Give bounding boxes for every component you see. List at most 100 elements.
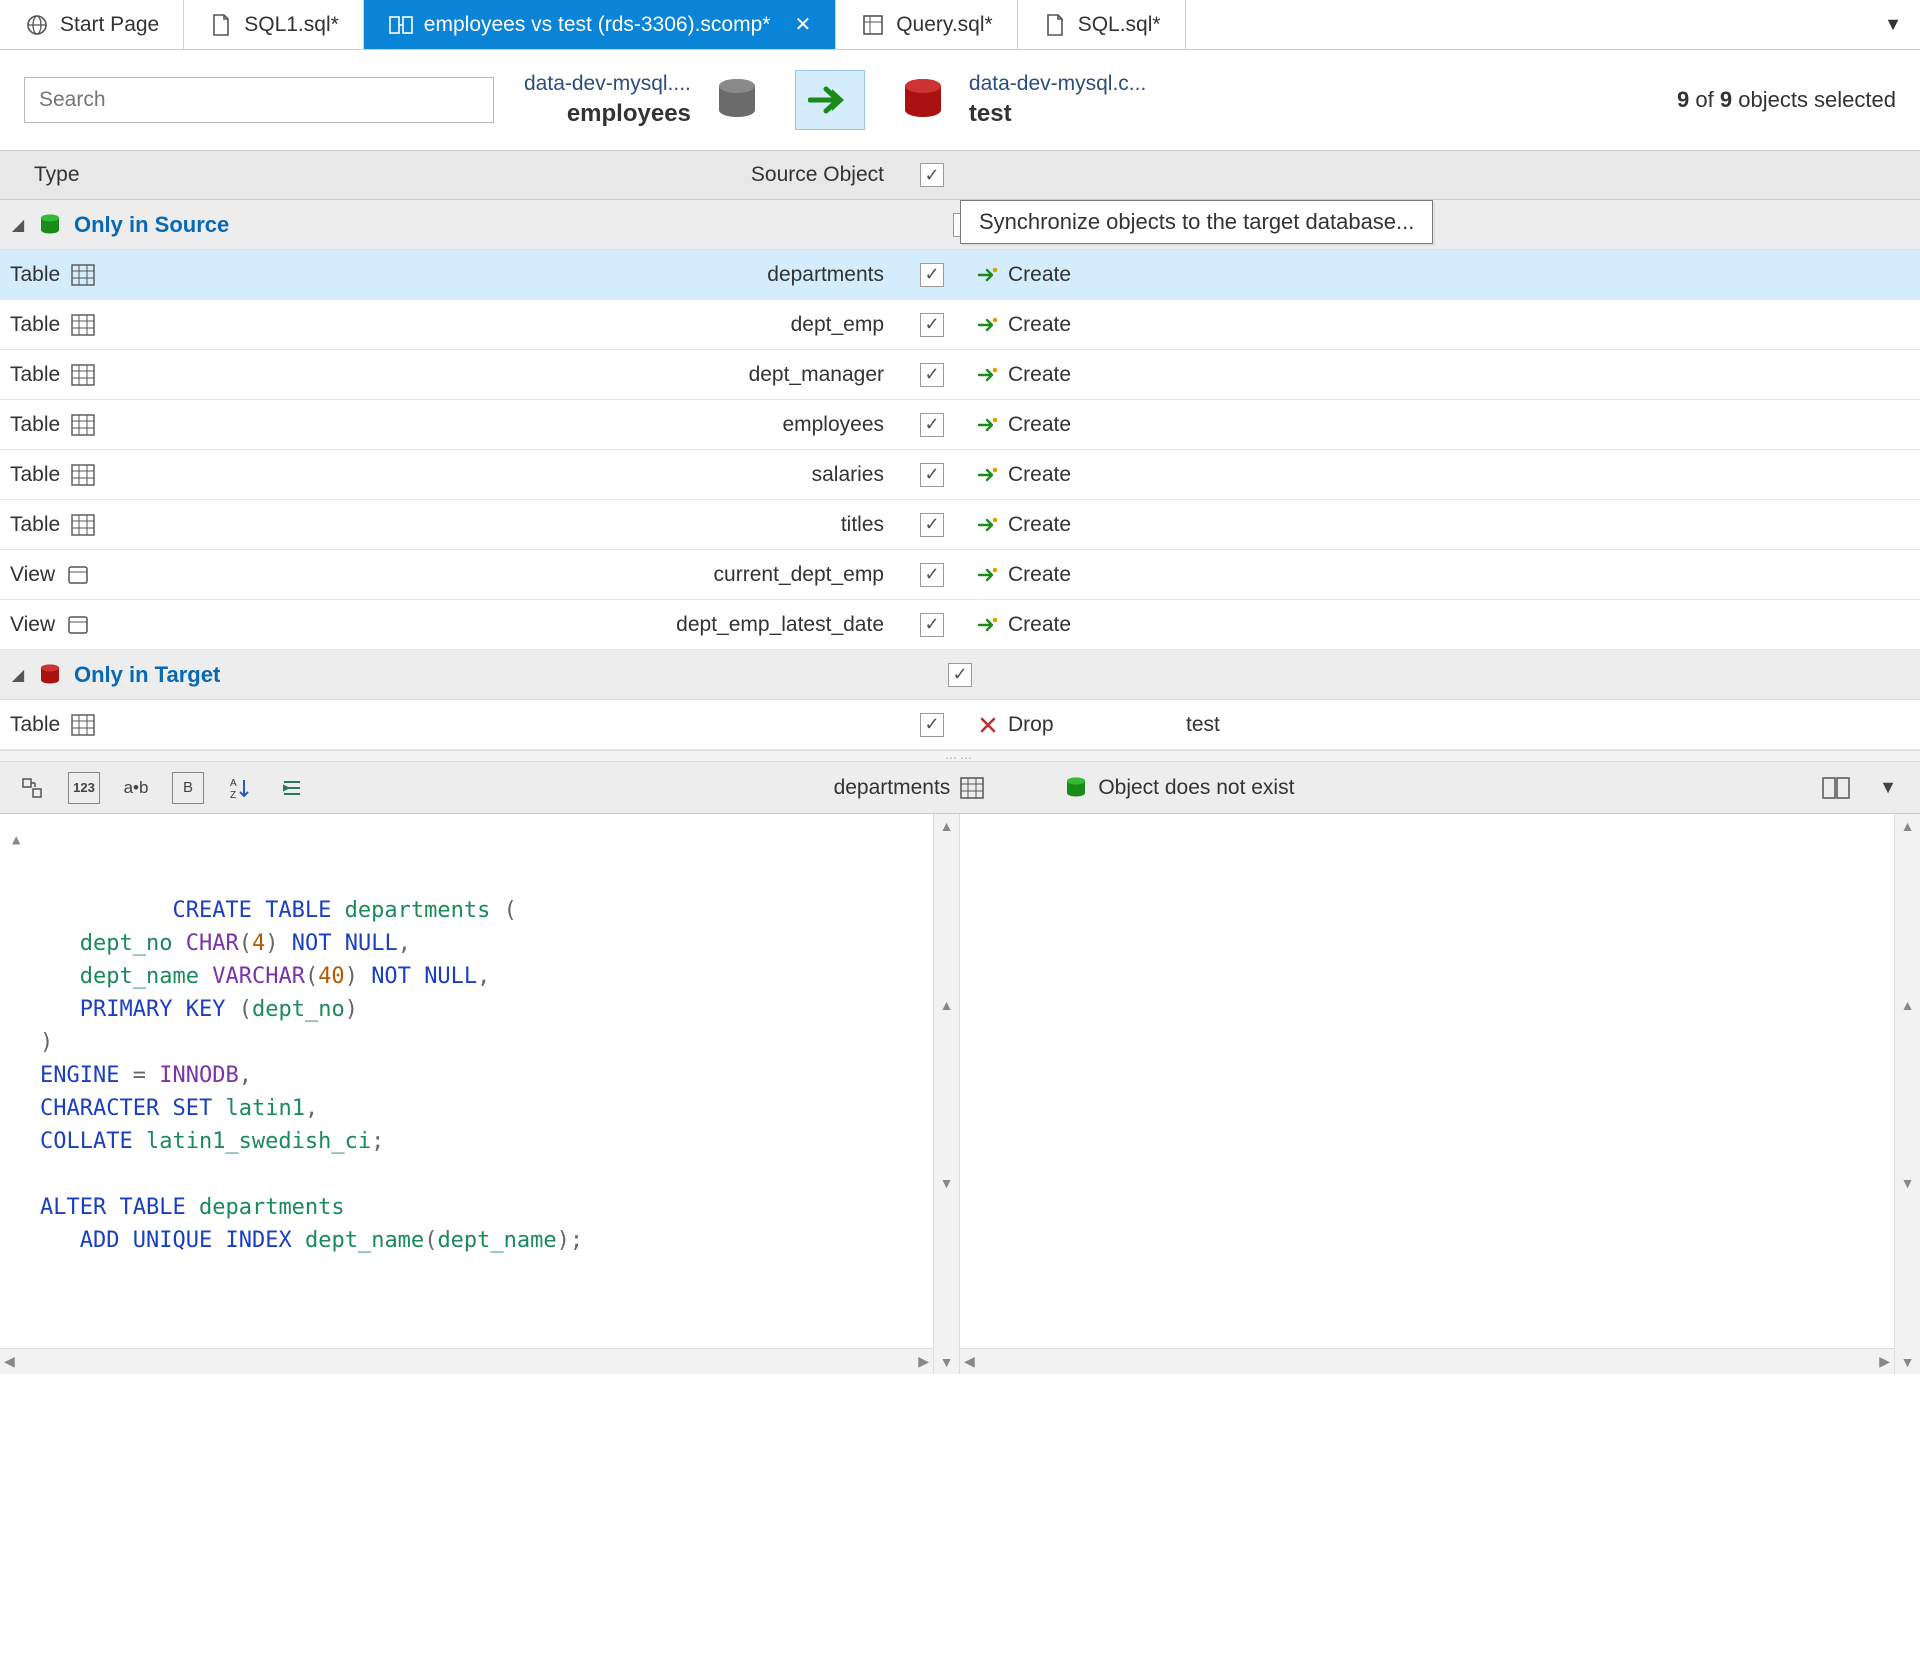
row-checkbox[interactable]: ✓	[920, 563, 944, 587]
toolbar-btn-1[interactable]	[16, 772, 48, 804]
search-input[interactable]	[24, 77, 494, 123]
target-db-block: data-dev-mysql.c... test	[895, 72, 1146, 128]
hscrollbar[interactable]: ◀▶	[0, 1348, 933, 1374]
view-icon	[65, 612, 91, 638]
table-icon	[70, 412, 96, 438]
type-label: Table	[10, 263, 60, 287]
row-checkbox[interactable]: ✓	[920, 313, 944, 337]
vscrollbar[interactable]: ▲▲▼▼	[933, 814, 959, 1374]
object-row[interactable]: Table✓Droptest	[0, 700, 1920, 750]
horizontal-splitter[interactable]: ⋯⋯	[0, 750, 1920, 762]
source-object-name: employees	[150, 413, 898, 437]
synchronize-button[interactable]	[795, 70, 865, 130]
tab-start-page[interactable]: Start Page	[0, 0, 184, 49]
toolbar-btn-4[interactable]: B	[172, 772, 204, 804]
create-icon	[976, 463, 1000, 487]
tab-overflow-button[interactable]: ▼	[1866, 0, 1920, 49]
diff-panes: ▲ CREATE TABLE departments ( dept_no CHA…	[0, 814, 1920, 1374]
target-sql-code[interactable]	[960, 814, 1894, 1348]
object-row[interactable]: Tableemployees✓Create	[0, 400, 1920, 450]
toolbar-dropdown-button[interactable]: ▼	[1872, 772, 1904, 804]
object-row[interactable]: Tabletitles✓Create	[0, 500, 1920, 550]
group-checkbox[interactable]: ✓	[948, 663, 972, 687]
group-label: Only in Source	[74, 212, 229, 238]
type-label: Table	[10, 363, 60, 387]
create-icon	[976, 563, 1000, 587]
row-checkbox[interactable]: ✓	[920, 713, 944, 737]
table-icon	[960, 777, 984, 799]
database-icon	[895, 72, 951, 128]
column-type-header[interactable]: Type	[0, 163, 150, 187]
type-label: View	[10, 563, 55, 587]
type-label: Table	[10, 313, 60, 337]
object-row[interactable]: Tabledept_emp✓Create	[0, 300, 1920, 350]
source-object-name: titles	[150, 513, 898, 537]
toolbar-btn-sort[interactable]: AZ	[224, 772, 256, 804]
type-label: Table	[10, 713, 60, 737]
tab-bar: Start Page SQL1.sql* employees vs test (rd…	[0, 0, 1920, 50]
action-label: Create	[1008, 463, 1071, 487]
source-object-name: dept_emp_latest_date	[150, 613, 898, 637]
tab-label: SQL1.sql*	[244, 13, 339, 37]
tab-sql1-sql-[interactable]: SQL1.sql*	[184, 0, 364, 49]
group-only-in-target[interactable]: ◢ Only in Target ✓	[0, 650, 1920, 700]
hscrollbar[interactable]: ◀▶	[960, 1348, 1894, 1374]
row-checkbox[interactable]: ✓	[920, 613, 944, 637]
synchronize-tooltip: Synchronize objects to the target databa…	[960, 200, 1433, 244]
tab-label: employees vs test (rds-3306).scomp*	[424, 13, 771, 37]
tab-label: Start Page	[60, 13, 159, 37]
type-label: View	[10, 613, 55, 637]
object-row[interactable]: Viewdept_emp_latest_date✓Create	[0, 600, 1920, 650]
row-checkbox[interactable]: ✓	[920, 463, 944, 487]
collapse-icon[interactable]: ◢	[0, 215, 36, 235]
source-object-name: current_dept_emp	[150, 563, 898, 587]
collapse-icon[interactable]: ◢	[0, 665, 36, 685]
left-pane-label: departments	[834, 776, 951, 800]
tab-employees-vs-test-rds-3306-scomp-[interactable]: employees vs test (rds-3306).scomp* ✕	[364, 0, 836, 49]
create-icon	[976, 513, 1000, 537]
toolbar-layout-button[interactable]	[1820, 772, 1852, 804]
row-checkbox[interactable]: ✓	[920, 513, 944, 537]
tab-label: SQL.sql*	[1078, 13, 1161, 37]
source-server-label: data-dev-mysql....	[524, 72, 691, 96]
type-label: Table	[10, 463, 60, 487]
object-row[interactable]: View current_dept_emp ✓ Create	[0, 550, 1920, 600]
column-check-header[interactable]: ✓	[898, 163, 966, 188]
sqlfile-icon	[1042, 12, 1068, 38]
tab-label: Query.sql*	[896, 13, 992, 37]
column-source-header[interactable]: Source Object	[150, 163, 898, 187]
create-icon	[976, 613, 1000, 637]
row-checkbox[interactable]: ✓	[920, 263, 944, 287]
tab-sql-sql-[interactable]: SQL.sql*	[1018, 0, 1186, 49]
toolbar-btn-numbers[interactable]: 123	[68, 772, 100, 804]
right-pane-label: Object does not exist	[1098, 776, 1294, 800]
create-icon	[976, 313, 1000, 337]
close-icon[interactable]: ✕	[794, 12, 811, 37]
compare-header: data-dev-mysql.... employees data-dev-my…	[0, 50, 1920, 150]
type-label: Table	[10, 413, 60, 437]
source-sql-code[interactable]: ▲ CREATE TABLE departments ( dept_no CHA…	[0, 814, 933, 1348]
svg-text:Z: Z	[230, 790, 236, 800]
fold-icon[interactable]: ▲	[12, 830, 20, 851]
object-row[interactable]: Tabledepartments✓Create	[0, 250, 1920, 300]
toolbar-btn-case[interactable]: a•b	[120, 772, 152, 804]
source-object-name: dept_manager	[150, 363, 898, 387]
tab-query-sql-[interactable]: Query.sql*	[836, 0, 1017, 49]
toolbar-btn-indent[interactable]	[276, 772, 308, 804]
action-label: Create	[1008, 563, 1071, 587]
table-icon	[70, 262, 96, 288]
row-checkbox[interactable]: ✓	[920, 363, 944, 387]
action-label: Create	[1008, 513, 1071, 537]
selection-count-label: 9 of 9 objects selected	[1677, 87, 1896, 113]
vscrollbar[interactable]: ▲▲▼▼	[1894, 814, 1920, 1374]
object-row[interactable]: Tablesalaries✓Create	[0, 450, 1920, 500]
row-checkbox[interactable]: ✓	[920, 413, 944, 437]
database-icon	[709, 72, 765, 128]
target-db-label: test	[969, 100, 1146, 128]
source-object-name: dept_emp	[150, 313, 898, 337]
table-icon	[70, 512, 96, 538]
source-db-label: employees	[524, 100, 691, 128]
svg-text:A: A	[230, 778, 237, 789]
create-icon	[976, 363, 1000, 387]
object-row[interactable]: Tabledept_manager✓Create	[0, 350, 1920, 400]
